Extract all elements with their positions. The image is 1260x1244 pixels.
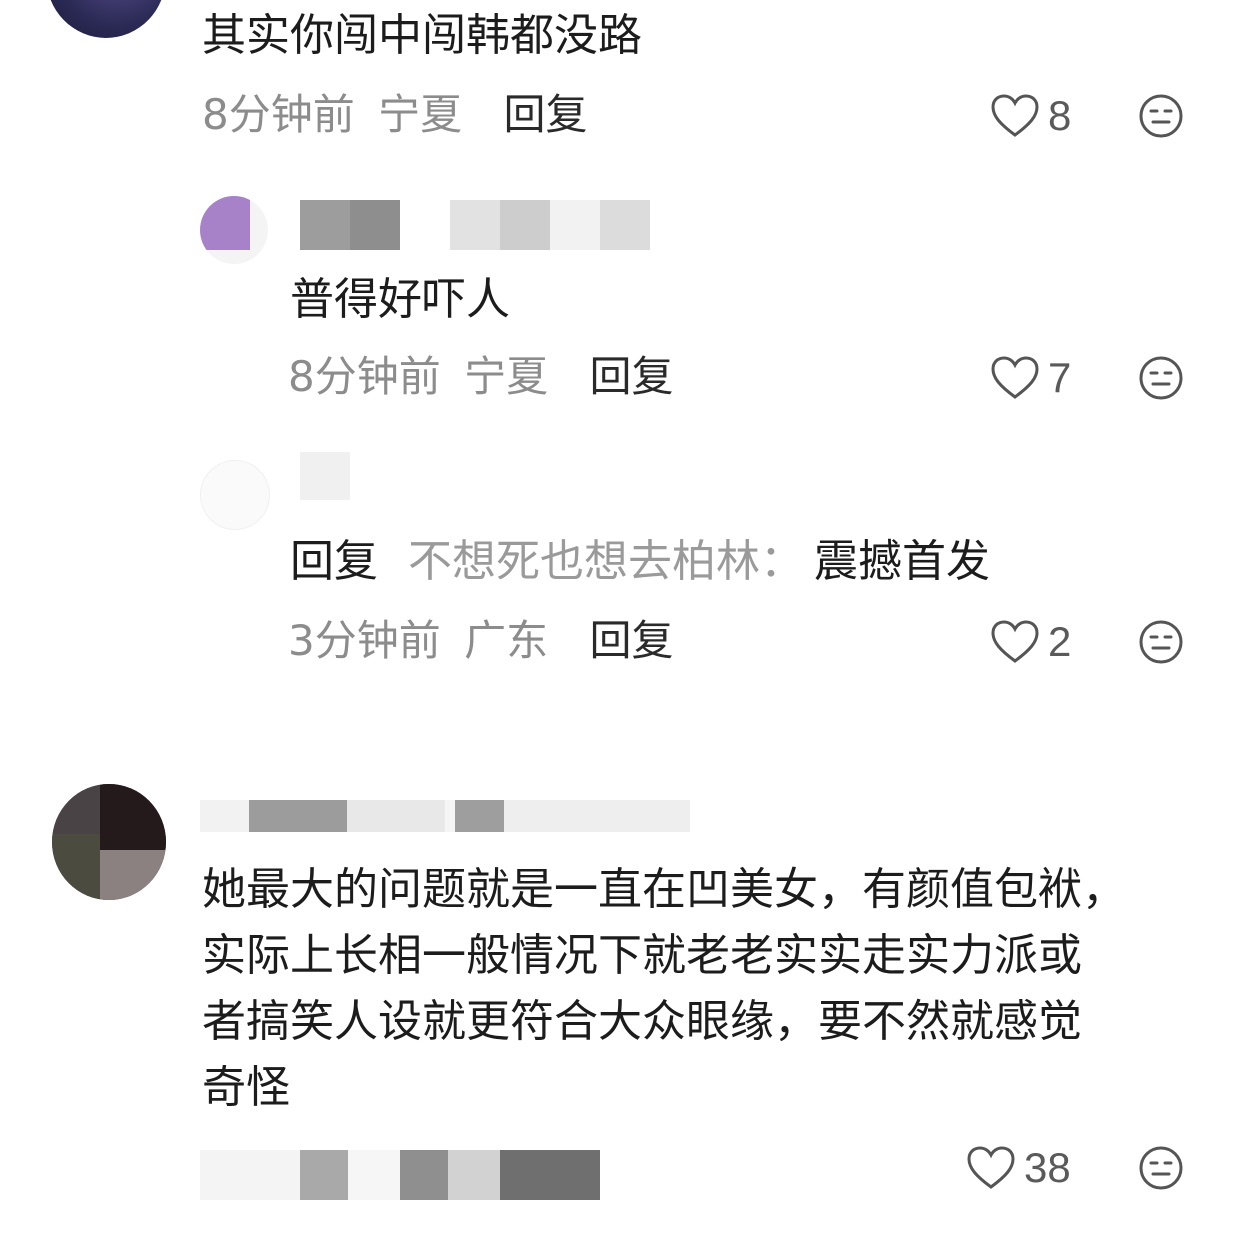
like-count: 7 bbox=[1048, 354, 1072, 401]
like-count: 38 bbox=[1024, 1144, 1071, 1191]
comment-location: 宁夏 bbox=[378, 90, 463, 139]
comment-meta: 8分钟前 宁夏 回复 bbox=[288, 352, 673, 402]
heart-outline-icon bbox=[991, 620, 1039, 663]
reply-button[interactable]: 回复 bbox=[589, 616, 673, 665]
reply-line: 回复 不想死也想去柏林： 震撼首发 bbox=[290, 532, 990, 592]
comment-text: 震撼首发 bbox=[814, 536, 990, 587]
avatar-image bbox=[100, 784, 166, 850]
username-blurred bbox=[450, 200, 650, 250]
comment-location: 宁夏 bbox=[464, 352, 549, 401]
comment-line: 实际上长相一般情况下就老老实实走实力派或 bbox=[202, 930, 1082, 981]
comment-location: 广东 bbox=[464, 616, 549, 665]
comment-text: 其实你闯中闯韩都没路 bbox=[202, 10, 642, 61]
avatar[interactable] bbox=[52, 784, 166, 900]
heart-outline-icon bbox=[967, 1146, 1015, 1189]
like-button[interactable]: 8 bbox=[990, 88, 1071, 144]
avatar[interactable] bbox=[46, 0, 166, 38]
avatar[interactable] bbox=[200, 196, 268, 264]
like-button[interactable]: 2 bbox=[990, 614, 1071, 670]
comment-line: 她最大的问题就是一直在凹美女，有颜值包袱， bbox=[202, 864, 1126, 915]
heart-outline-icon bbox=[991, 94, 1039, 137]
like-count: 8 bbox=[1048, 92, 1072, 139]
comment-text: 普得好吓人 bbox=[290, 274, 510, 325]
neutral-face-icon[interactable] bbox=[1138, 93, 1184, 139]
like-button[interactable]: 38 bbox=[966, 1140, 1071, 1196]
comment-meta: 3分钟前 广东 回复 bbox=[288, 616, 673, 666]
username-blurred[interactable] bbox=[300, 200, 400, 250]
neutral-face-icon[interactable] bbox=[1138, 355, 1184, 401]
comment-line: 奇怪 bbox=[202, 1062, 290, 1113]
neutral-face-icon[interactable] bbox=[1138, 1145, 1184, 1191]
like-count: 2 bbox=[1048, 618, 1072, 665]
reply-button[interactable]: 回复 bbox=[589, 352, 673, 401]
reply-button[interactable]: 回复 bbox=[503, 90, 587, 139]
username-blurred[interactable] bbox=[200, 800, 690, 832]
like-button[interactable]: 7 bbox=[990, 350, 1071, 406]
neutral-face-icon[interactable] bbox=[1138, 619, 1184, 665]
comment-time: 8分钟前 bbox=[202, 90, 355, 139]
comment-time: 8分钟前 bbox=[288, 352, 441, 401]
comment-time: 3分钟前 bbox=[288, 616, 441, 665]
reply-prefix: 回复 bbox=[290, 536, 378, 587]
meta-blurred bbox=[200, 1150, 600, 1200]
comment-meta: 8分钟前 宁夏 回复 bbox=[202, 90, 587, 140]
avatar-image bbox=[52, 784, 100, 834]
avatar[interactable] bbox=[200, 460, 270, 530]
avatar-image bbox=[200, 196, 250, 250]
reply-target-user[interactable]: 不想死也想去柏林： bbox=[408, 536, 804, 587]
avatar-image bbox=[100, 850, 166, 900]
comment-line: 者搞笑人设就更符合大众眼缘，要不然就感觉 bbox=[202, 996, 1082, 1047]
heart-outline-icon bbox=[991, 356, 1039, 399]
username-blurred[interactable] bbox=[300, 452, 350, 500]
avatar-image bbox=[52, 834, 100, 900]
